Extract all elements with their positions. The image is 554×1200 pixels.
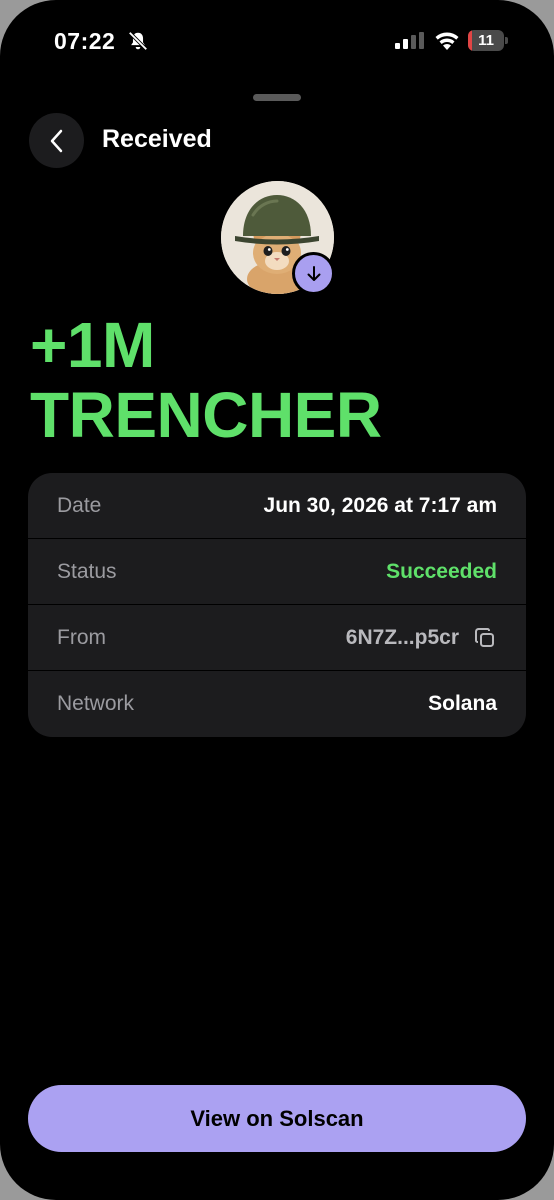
status-time: 07:22 — [54, 28, 116, 54]
from-address: 6N7Z...p5cr — [345, 625, 459, 649]
signal-icon — [395, 32, 424, 49]
detail-label: Network — [57, 692, 135, 715]
arrow-down-icon — [307, 265, 320, 281]
received-badge — [292, 252, 335, 295]
back-button[interactable] — [29, 113, 84, 168]
detail-row-date: Date Jun 30, 2026 at 7:17 am — [28, 473, 526, 539]
page-title: Received — [102, 125, 212, 153]
detail-label: Status — [57, 559, 117, 583]
wifi-icon — [435, 32, 459, 50]
detail-row-from: From 6N7Z...p5cr — [28, 605, 526, 671]
amount-value: +1M — [30, 309, 155, 381]
sheet-grabber[interactable] — [253, 94, 301, 101]
bell-slash-icon — [128, 31, 148, 51]
detail-row-status: Status Succeeded — [28, 539, 526, 605]
phone-screen: 07:22 11 Received +1M TRENCHER Date Jun … — [0, 0, 554, 1200]
date-value: Jun 30, 2026 at 7:17 am — [263, 493, 497, 517]
transaction-details: Date Jun 30, 2026 at 7:17 am Status Succ… — [28, 473, 526, 737]
status-value: Succeeded — [386, 559, 497, 583]
from-address-copy[interactable]: 6N7Z...p5cr — [346, 626, 497, 650]
status-bar: 07:22 11 — [0, 0, 554, 86]
battery-level: 11 — [478, 32, 494, 49]
battery-icon: 11 — [468, 30, 508, 51]
view-on-solscan-button[interactable]: View on Solscan — [28, 1085, 526, 1152]
received-amount: +1M TRENCHER — [30, 310, 382, 450]
detail-label: From — [57, 625, 106, 649]
detail-row-network: Network Solana — [28, 671, 526, 737]
copy-icon[interactable] — [473, 626, 497, 650]
network-value: Solana — [428, 692, 497, 715]
token-symbol: TRENCHER — [30, 379, 382, 451]
chevron-left-icon — [50, 129, 62, 152]
detail-label: Date — [57, 493, 102, 517]
